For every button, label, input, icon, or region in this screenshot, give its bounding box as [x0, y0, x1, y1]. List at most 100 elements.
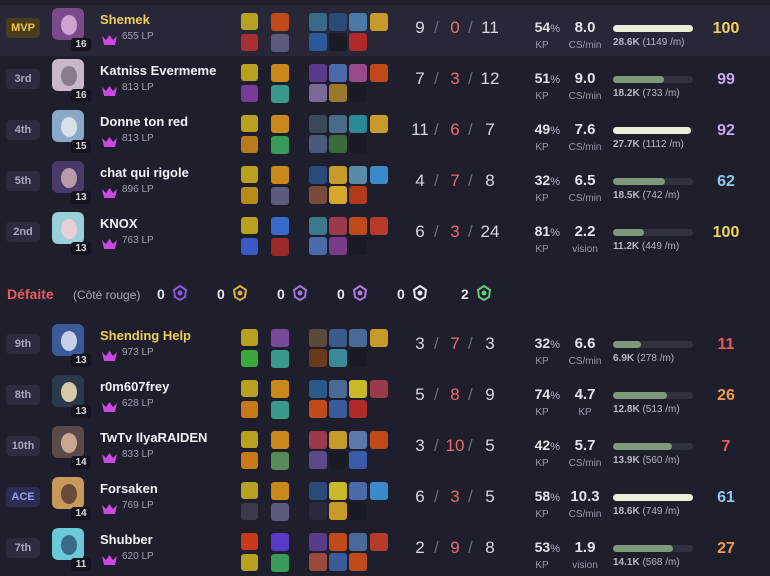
item-icon[interactable]	[349, 380, 367, 398]
rune-icon[interactable]	[271, 503, 289, 521]
item-icon[interactable]	[309, 400, 327, 418]
player-row[interactable]: 7th 11 Shubber 620 LP 2 / 9 / 8 53% KP 1.9 vision 14.…	[0, 525, 770, 576]
player-name[interactable]: KNOX	[100, 216, 138, 231]
item-icon[interactable]	[349, 217, 367, 235]
rune-icon[interactable]	[271, 136, 289, 154]
item-icon[interactable]	[370, 64, 388, 82]
item-icon[interactable]	[329, 349, 347, 367]
item-icon[interactable]	[329, 237, 347, 255]
item-icon[interactable]	[370, 329, 388, 347]
item-icon[interactable]	[329, 115, 347, 133]
player-row[interactable]: 5th 13 chat qui rigole 896 LP 4 / 7 / 8 32% KP 6.5 C…	[0, 158, 770, 209]
item-icon[interactable]	[349, 13, 367, 31]
item-icon[interactable]	[370, 115, 388, 133]
item-icon[interactable]	[329, 64, 347, 82]
item-icon[interactable]	[329, 217, 347, 235]
summoner-spell-icon[interactable]	[241, 401, 258, 418]
item-icon[interactable]	[329, 400, 347, 418]
item-icon[interactable]	[309, 166, 327, 184]
item-icon[interactable]	[329, 451, 347, 469]
item-icon[interactable]	[329, 431, 347, 449]
rune-icon[interactable]	[271, 482, 289, 500]
summoner-spell-icon[interactable]	[241, 187, 258, 204]
item-icon[interactable]	[309, 237, 327, 255]
rune-icon[interactable]	[271, 380, 289, 398]
summoner-spell-icon[interactable]	[241, 13, 258, 30]
item-icon[interactable]	[309, 502, 327, 520]
champion-avatar[interactable]	[52, 161, 84, 193]
item-icon[interactable]	[309, 115, 327, 133]
item-icon[interactable]	[349, 553, 367, 571]
item-icon[interactable]	[309, 482, 327, 500]
champion-avatar[interactable]	[52, 375, 84, 407]
summoner-spell-icon[interactable]	[241, 64, 258, 81]
summoner-spell-icon[interactable]	[241, 34, 258, 51]
item-icon[interactable]	[329, 533, 347, 551]
item-icon[interactable]	[329, 380, 347, 398]
item-icon[interactable]	[349, 186, 367, 204]
item-icon[interactable]	[309, 217, 327, 235]
item-icon[interactable]	[349, 329, 367, 347]
item-icon[interactable]	[329, 482, 347, 500]
summoner-spell-icon[interactable]	[241, 452, 258, 469]
item-icon[interactable]	[329, 166, 347, 184]
player-row[interactable]: 9th 13 Shending Help 973 LP 3 / 7 / 3 32% KP 6.6 CS/…	[0, 321, 770, 372]
rune-icon[interactable]	[271, 401, 289, 419]
player-name[interactable]: Shubber	[100, 532, 153, 547]
item-icon[interactable]	[370, 217, 388, 235]
item-icon[interactable]	[329, 13, 347, 31]
item-icon[interactable]	[309, 13, 327, 31]
player-name[interactable]: chat qui rigole	[100, 165, 189, 180]
item-icon[interactable]	[329, 84, 347, 102]
rune-icon[interactable]	[271, 554, 289, 572]
summoner-spell-icon[interactable]	[241, 136, 258, 153]
summoner-spell-icon[interactable]	[241, 238, 258, 255]
player-row[interactable]: 8th 13 r0m607frey 628 LP 5 / 8 / 9 74% KP 4.7 KP 12.8…	[0, 372, 770, 423]
item-icon[interactable]	[349, 400, 367, 418]
rune-icon[interactable]	[271, 217, 289, 235]
item-icon[interactable]	[349, 33, 367, 51]
item-icon[interactable]	[349, 502, 367, 520]
item-icon[interactable]	[349, 237, 367, 255]
player-name[interactable]: Forsaken	[100, 481, 158, 496]
rune-icon[interactable]	[271, 34, 289, 52]
item-icon[interactable]	[309, 451, 327, 469]
item-icon[interactable]	[370, 431, 388, 449]
player-row[interactable]: ACE 14 Forsaken 769 LP 6 / 3 / 5 58% KP 10.3 CS/min 1…	[0, 474, 770, 525]
summoner-spell-icon[interactable]	[241, 350, 258, 367]
item-icon[interactable]	[349, 166, 367, 184]
summoner-spell-icon[interactable]	[241, 85, 258, 102]
item-icon[interactable]	[349, 451, 367, 469]
item-icon[interactable]	[329, 502, 347, 520]
item-icon[interactable]	[349, 84, 367, 102]
champion-avatar[interactable]	[52, 528, 84, 560]
player-row[interactable]: 10th 14 TwTv IlyaRAIDEN 833 LP 3/10/5 42% KP 5.…	[0, 423, 770, 474]
player-row[interactable]: 3rd 16 Katniss Evermeme 813 LP 7 / 3 / 12 51% KP 9.…	[0, 56, 770, 107]
item-icon[interactable]	[329, 33, 347, 51]
summoner-spell-icon[interactable]	[241, 329, 258, 346]
rune-icon[interactable]	[271, 85, 289, 103]
rune-icon[interactable]	[271, 238, 289, 256]
summoner-spell-icon[interactable]	[241, 482, 258, 499]
player-row[interactable]: 4th 15 Donne ton red 813 LP 11 / 6 / 7 49% KP 7.6 CS…	[0, 107, 770, 158]
rune-icon[interactable]	[271, 13, 289, 31]
player-name[interactable]: TwTv IlyaRAIDEN	[100, 430, 207, 445]
item-icon[interactable]	[349, 349, 367, 367]
player-row[interactable]: 2nd 13 KNOX 763 LP 6 / 3 / 24 81% KP 2.2 vision 11.2K…	[0, 209, 770, 260]
champion-avatar[interactable]	[52, 324, 84, 356]
item-icon[interactable]	[309, 64, 327, 82]
rune-icon[interactable]	[271, 452, 289, 470]
summoner-spell-icon[interactable]	[241, 431, 258, 448]
item-icon[interactable]	[309, 553, 327, 571]
item-icon[interactable]	[349, 533, 367, 551]
champion-avatar[interactable]	[52, 212, 84, 244]
champion-avatar[interactable]	[52, 426, 84, 458]
item-icon[interactable]	[309, 33, 327, 51]
rune-icon[interactable]	[271, 431, 289, 449]
rune-icon[interactable]	[271, 166, 289, 184]
item-icon[interactable]	[370, 13, 388, 31]
item-icon[interactable]	[309, 349, 327, 367]
champion-avatar[interactable]	[52, 8, 84, 40]
summoner-spell-icon[interactable]	[241, 533, 258, 550]
rune-icon[interactable]	[271, 64, 289, 82]
